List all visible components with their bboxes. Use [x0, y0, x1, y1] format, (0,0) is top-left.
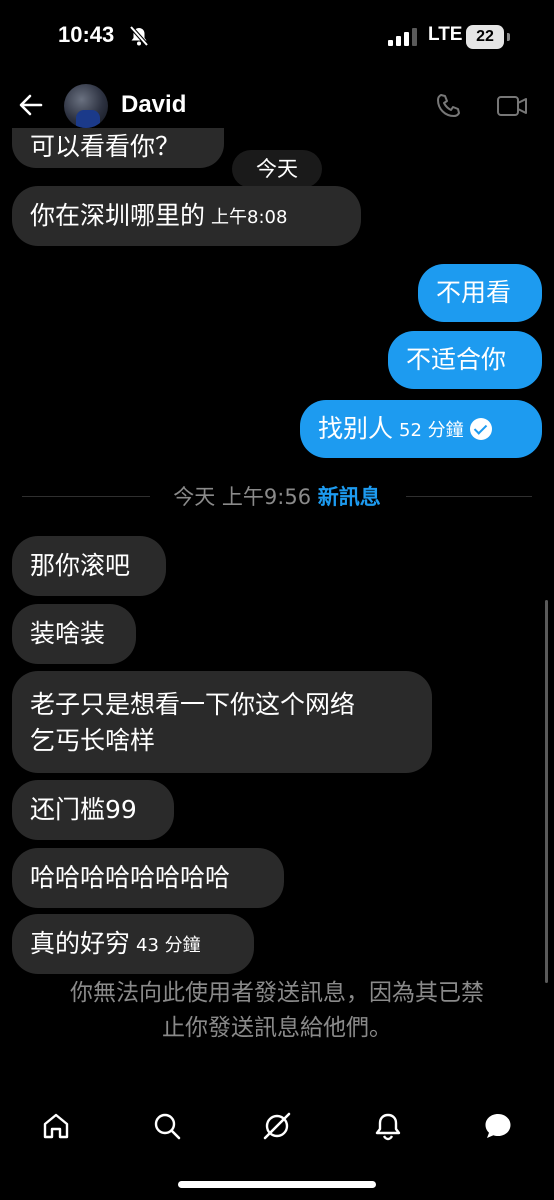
message-bubble[interactable]: 不用看: [418, 264, 542, 322]
messages-icon[interactable]: [482, 1110, 514, 1142]
new-messages-divider: 今天 上午9:56 新訊息: [0, 482, 554, 512]
battery-tip: [507, 33, 510, 41]
status-time: 10:43: [58, 22, 115, 47]
home-icon[interactable]: [40, 1110, 72, 1142]
message-timestamp: 43 分鐘: [136, 935, 201, 956]
message-text: 不适合你: [406, 345, 507, 374]
grok-icon[interactable]: [261, 1110, 293, 1142]
message-text: 装啥装: [30, 619, 106, 648]
contact-name[interactable]: David: [121, 91, 186, 119]
message-bubble[interactable]: 哈哈哈哈哈哈哈哈: [12, 848, 284, 908]
new-messages-date: 今天 上午9:56: [173, 485, 312, 509]
notifications-icon[interactable]: [372, 1110, 404, 1142]
back-arrow-icon[interactable]: [18, 92, 44, 118]
notice-line: 你無法向此使用者發送訊息，因為其已禁: [70, 980, 484, 1006]
message-text: 不用看: [436, 278, 512, 307]
search-icon[interactable]: [151, 1110, 183, 1142]
message-text: 那你滚吧: [30, 551, 131, 580]
message-text: 乞丐长啥样: [30, 726, 156, 755]
message-text: 找别人: [318, 414, 394, 443]
message-bubble[interactable]: 找别人 52 分鐘: [300, 400, 542, 458]
notice-line: 止你發送訊息給他們。: [162, 1015, 392, 1041]
message-bubble[interactable]: 你在深圳哪里的 上午8:08: [12, 186, 361, 246]
message-text: 可以看看你？: [30, 132, 181, 161]
date-divider: 今天: [232, 150, 322, 188]
message-bubble[interactable]: 老子只是想看一下你这个网络 乞丐长啥样: [12, 671, 432, 773]
bottom-nav: [0, 1090, 554, 1160]
read-check-icon: [469, 418, 492, 440]
phone-icon[interactable]: [434, 92, 462, 120]
new-messages-label: 新訊息: [317, 485, 381, 509]
avatar[interactable]: [64, 84, 108, 128]
message-bubble[interactable]: 可以看看你？: [12, 128, 224, 168]
message-bubble[interactable]: 不适合你: [388, 331, 542, 389]
message-bubble[interactable]: 那你滚吧: [12, 536, 166, 596]
message-text: 还门槛99: [30, 795, 137, 824]
battery-icon: 22: [466, 25, 504, 49]
home-indicator: [178, 1181, 376, 1188]
message-text: 老子只是想看一下你这个网络: [30, 690, 356, 719]
message-bubble[interactable]: 装啥装: [12, 604, 136, 664]
message-bubble[interactable]: 真的好穷 43 分鐘: [12, 914, 254, 974]
blocked-notice: 你無法向此使用者發送訊息，因為其已禁 止你發送訊息給他們。: [10, 976, 544, 1046]
status-bar: 10:43 LTE 22: [0, 0, 554, 76]
network-type: LTE: [428, 24, 463, 45]
message-text: 哈哈哈哈哈哈哈哈: [30, 863, 231, 892]
signal-icon: [388, 28, 417, 46]
message-text: 你在深圳哪里的: [30, 201, 206, 230]
message-timestamp: 52 分鐘: [399, 420, 464, 441]
message-timestamp: 上午8:08: [211, 207, 288, 228]
silent-bell-icon: [129, 25, 149, 47]
message-bubble[interactable]: 还门槛99: [12, 780, 174, 840]
message-text: 真的好穷: [30, 929, 131, 958]
video-call-icon[interactable]: [496, 92, 528, 120]
scrollbar[interactable]: [545, 600, 548, 983]
